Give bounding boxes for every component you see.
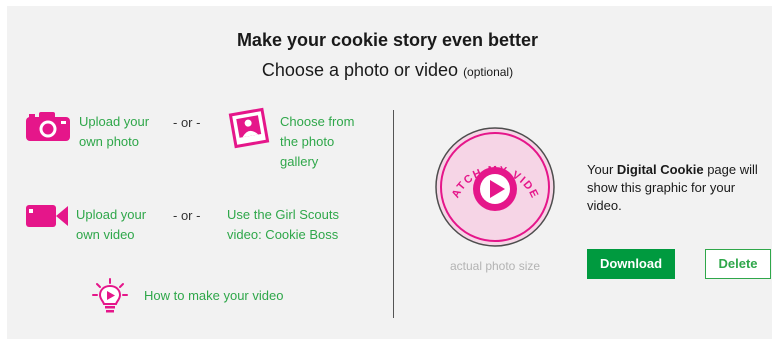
- upload-video-line-2: own video: [76, 227, 135, 242]
- gs-video-line-1: Use the Girl Scouts: [227, 207, 339, 222]
- upload-photo-link[interactable]: Upload your own photo: [79, 112, 149, 152]
- graphic-info-text: Your Digital Cookie page will show this …: [587, 161, 762, 215]
- lightbulb-play-icon[interactable]: [91, 277, 129, 315]
- info-prefix: Your: [587, 162, 617, 177]
- gallery-line-2: the photo: [280, 134, 335, 149]
- download-button[interactable]: Download: [587, 249, 675, 279]
- delete-button[interactable]: Delete: [705, 249, 771, 279]
- camera-icon[interactable]: [25, 110, 71, 142]
- upload-video-link[interactable]: Upload your own video: [76, 205, 146, 245]
- upload-photo-line-1: Upload your: [79, 114, 150, 129]
- watch-my-video-badge[interactable]: WATCH MY VIDEO: [433, 125, 557, 249]
- video-camera-icon[interactable]: [25, 203, 69, 229]
- digital-cookie-label: Digital Cookie: [616, 162, 704, 177]
- page-subtitle: Choose a photo or video (optional): [0, 60, 775, 81]
- upload-video-line-1: Upload your: [76, 207, 147, 222]
- girl-scouts-video-link[interactable]: Use the Girl Scouts video: Cookie Boss: [227, 205, 339, 245]
- photo-gallery-icon[interactable]: [228, 107, 270, 149]
- gs-video-line-2: video: Cookie Boss: [227, 227, 339, 242]
- gallery-line-1: Choose from: [280, 114, 355, 129]
- optional-note: (optional): [463, 65, 514, 79]
- section-divider: [393, 110, 394, 318]
- page-title: Make your cookie story even better: [236, 30, 539, 50]
- choose-gallery-link[interactable]: Choose from the photo gallery: [280, 112, 354, 172]
- upload-photo-line-2: own photo: [79, 134, 139, 149]
- how-to-video-link[interactable]: How to make your video: [144, 286, 283, 306]
- photo-size-caption: actual photo size: [449, 259, 541, 273]
- video-or-separator: - or -: [173, 208, 201, 223]
- subtitle-text: Choose a photo or video: [261, 60, 459, 80]
- gallery-line-3: gallery: [280, 154, 319, 169]
- photo-or-separator: - or -: [173, 115, 201, 130]
